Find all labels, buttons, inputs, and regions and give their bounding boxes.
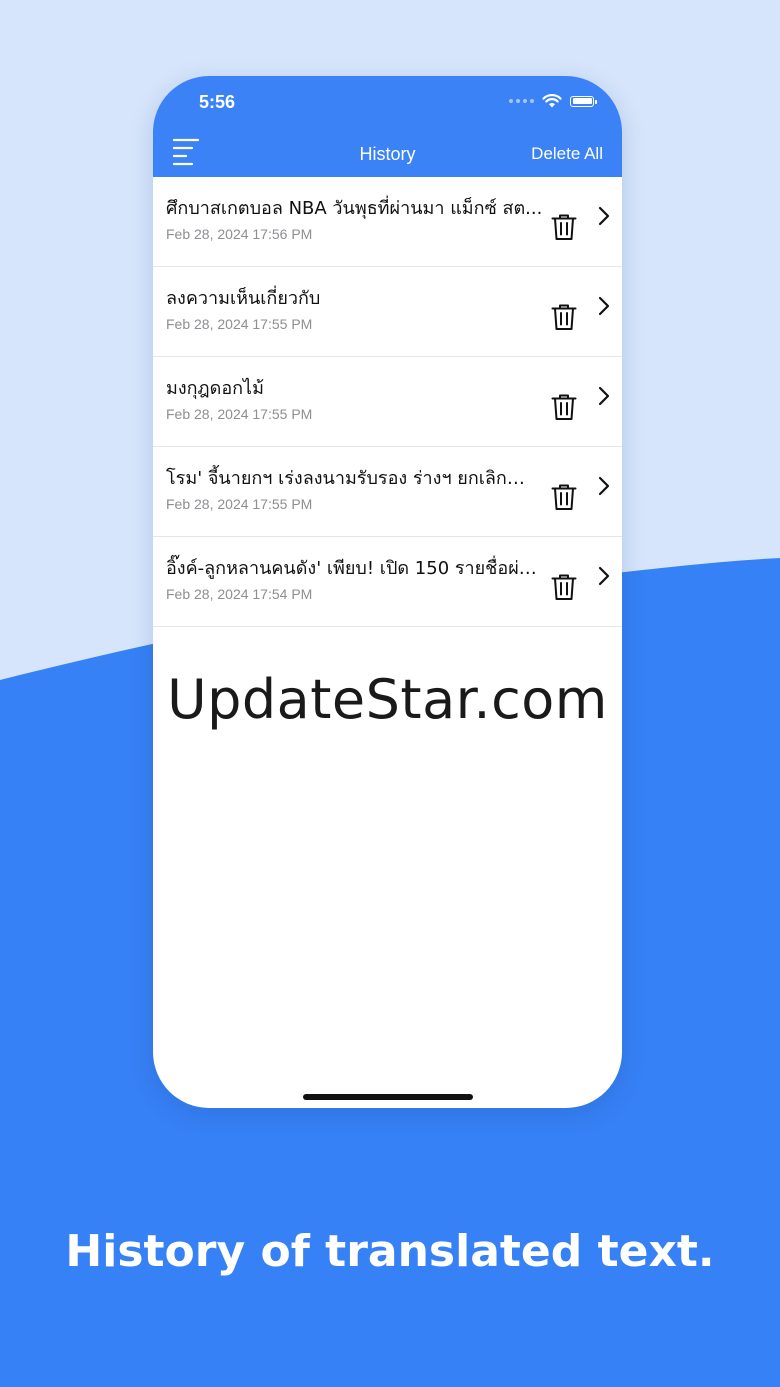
history-item-date: Feb 28, 2024 17:55 PM <box>166 496 313 512</box>
history-item[interactable]: ศึกบาสเกตบอล NBA วันพุธที่ผ่านมา แม็กซ์ … <box>153 177 622 267</box>
home-indicator[interactable] <box>303 1094 473 1100</box>
history-item[interactable]: ลงความเห็นเกี่ยวกับ Feb 28, 2024 17:55 P… <box>153 267 622 357</box>
trash-icon[interactable] <box>551 303 577 331</box>
nav-header: 5:56 History Delete All <box>153 76 622 177</box>
wifi-icon <box>542 94 562 108</box>
chevron-right-icon[interactable] <box>597 295 611 317</box>
trash-icon[interactable] <box>551 483 577 511</box>
history-item[interactable]: มงกุฎดอกไม้ Feb 28, 2024 17:55 PM <box>153 357 622 447</box>
status-time: 5:56 <box>199 92 236 112</box>
history-item-title: มงกุฎดอกไม้ <box>166 378 264 399</box>
battery-icon <box>570 95 597 107</box>
history-item-title: ศึกบาสเกตบอล NBA วันพุธที่ผ่านมา แม็กซ์ … <box>166 198 543 219</box>
trash-icon[interactable] <box>551 573 577 601</box>
history-list: ศึกบาสเกตบอล NBA วันพุธที่ผ่านมา แม็กซ์ … <box>153 177 622 627</box>
phone-frame: 5:56 History Delete All ศึกบาสเกตบอล NBA… <box>153 76 622 1108</box>
history-item[interactable]: อิ๊งค์-ลูกหลานคนดัง' เพียบ! เปิด 150 ราย… <box>153 537 622 627</box>
history-item[interactable]: โรม' จี้นายกฯ เร่งลงนามรับรอง ร่างฯ ยกเล… <box>153 447 622 537</box>
delete-all-button[interactable]: Delete All <box>531 144 603 164</box>
history-item-title: ลงความเห็นเกี่ยวกับ <box>166 288 321 309</box>
promo-caption: History of translated text. <box>65 1226 715 1277</box>
chevron-right-icon[interactable] <box>597 385 611 407</box>
chevron-right-icon[interactable] <box>597 205 611 227</box>
chevron-right-icon[interactable] <box>597 565 611 587</box>
history-item-title: โรม' จี้นายกฯ เร่งลงนามรับรอง ร่างฯ ยกเล… <box>166 468 544 489</box>
history-item-date: Feb 28, 2024 17:56 PM <box>166 226 313 242</box>
signal-icon <box>509 99 534 103</box>
watermark-text: UpdateStar.com <box>167 668 608 731</box>
status-icons <box>509 94 597 108</box>
history-item-title: อิ๊งค์-ลูกหลานคนดัง' เพียบ! เปิด 150 ราย… <box>166 558 544 579</box>
history-item-date: Feb 28, 2024 17:55 PM <box>166 316 313 332</box>
chevron-right-icon[interactable] <box>597 475 611 497</box>
trash-icon[interactable] <box>551 393 577 421</box>
history-item-date: Feb 28, 2024 17:55 PM <box>166 406 313 422</box>
history-item-date: Feb 28, 2024 17:54 PM <box>166 586 313 602</box>
trash-icon[interactable] <box>551 213 577 241</box>
